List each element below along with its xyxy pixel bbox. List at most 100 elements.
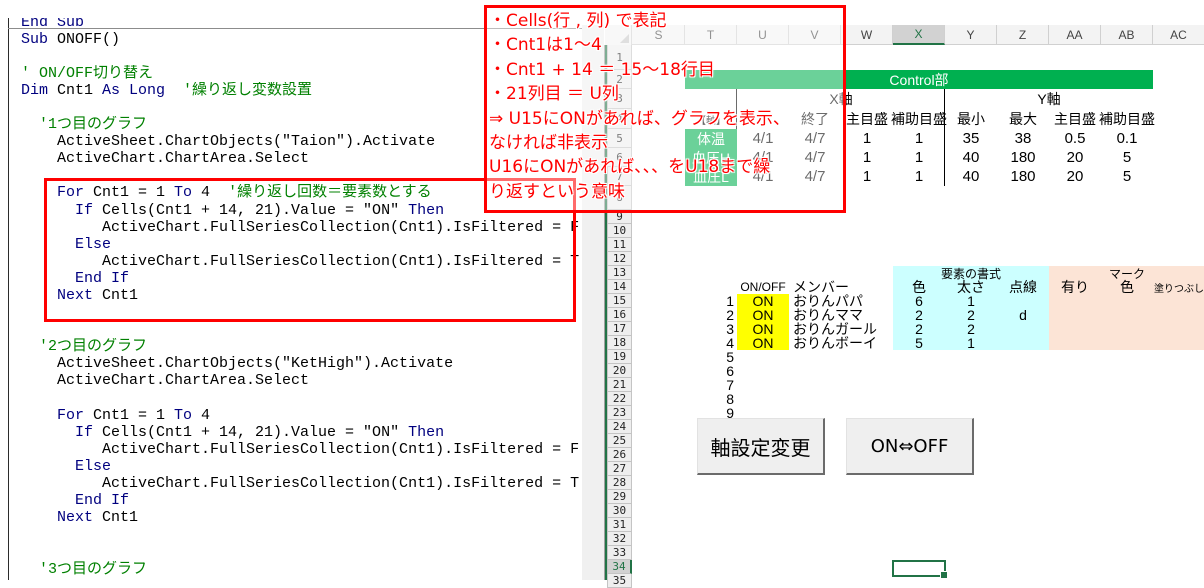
- cell-x5[interactable]: 1: [893, 129, 945, 148]
- cell-t19[interactable]: 5: [685, 349, 737, 365]
- column-header-ac[interactable]: AC: [1153, 25, 1204, 45]
- cell-u14[interactable]: ON/OFF: [737, 280, 789, 294]
- column-header-x[interactable]: X: [893, 25, 945, 45]
- cell-t15[interactable]: 1: [685, 293, 737, 309]
- cell-x4[interactable]: 補助目盛: [891, 109, 947, 129]
- row-header-33[interactable]: 33: [607, 546, 632, 560]
- cell-v18[interactable]: おりんボーイ: [789, 335, 877, 351]
- cell-t21[interactable]: 7: [685, 377, 737, 393]
- fill-handle[interactable]: [940, 571, 948, 579]
- row-header-27[interactable]: 27: [607, 462, 632, 476]
- cell-t17[interactable]: 3: [685, 321, 737, 337]
- cell-y5[interactable]: 35: [945, 129, 997, 148]
- cell-w5[interactable]: 1: [841, 129, 893, 148]
- cell-aa14[interactable]: 有り: [1049, 279, 1101, 295]
- column-header-aa[interactable]: AA: [1049, 25, 1101, 45]
- cell-t22[interactable]: 8: [685, 391, 737, 407]
- cell-ab6[interactable]: 5: [1101, 148, 1153, 167]
- code-line[interactable]: End If: [21, 492, 582, 509]
- row-header-26[interactable]: 26: [607, 448, 632, 462]
- cell-w6[interactable]: 1: [841, 148, 893, 167]
- code-line[interactable]: Next Cnt1: [21, 509, 582, 526]
- cell-z6[interactable]: 180: [997, 148, 1049, 167]
- code-line[interactable]: ActiveChart.FullSeriesCollection(Cnt1).I…: [21, 475, 582, 492]
- cell-u18[interactable]: ON: [737, 335, 789, 351]
- code-line[interactable]: ActiveChart.FullSeriesCollection(Cnt1).I…: [21, 441, 582, 458]
- row-header-29[interactable]: 29: [607, 490, 632, 504]
- row-header-30[interactable]: 30: [607, 504, 632, 518]
- cell-z5[interactable]: 38: [997, 129, 1049, 148]
- cell-y3[interactable]: Y軸: [945, 89, 1153, 109]
- cell-y4[interactable]: 最小: [945, 109, 997, 129]
- cell-x7[interactable]: 1: [893, 167, 945, 186]
- code-line[interactable]: '3つ目のグラフ: [21, 561, 582, 578]
- code-line[interactable]: For Cnt1 = 1 To 4: [21, 407, 582, 424]
- cell-x6[interactable]: 1: [893, 148, 945, 167]
- column-header-ab[interactable]: AB: [1101, 25, 1153, 45]
- cell-x17[interactable]: 2: [893, 321, 945, 337]
- row-header-35[interactable]: 35: [607, 574, 632, 588]
- code-line[interactable]: If Cells(Cnt1 + 14, 21).Value = "ON" The…: [21, 424, 582, 441]
- cell-ab5[interactable]: 0.1: [1101, 129, 1153, 148]
- cell-x16[interactable]: 2: [893, 307, 945, 323]
- cell-z7[interactable]: 180: [997, 167, 1049, 186]
- cell-w4[interactable]: 主目盛: [841, 109, 893, 129]
- row-header-19[interactable]: 19: [607, 350, 632, 364]
- cell-ab4[interactable]: 補助目盛: [1099, 109, 1155, 129]
- code-line[interactable]: ActiveChart.ChartArea.Select: [21, 372, 582, 389]
- cell-x15[interactable]: 6: [893, 293, 945, 309]
- cell-ac14[interactable]: 塗りつぶし: [1153, 280, 1204, 295]
- code-line[interactable]: [21, 390, 582, 407]
- row-header-31[interactable]: 31: [607, 518, 632, 532]
- on-off-toggle-button[interactable]: ON⇔OFF: [846, 418, 974, 475]
- row-header-20[interactable]: 20: [607, 364, 632, 378]
- row-header-16[interactable]: 16: [607, 308, 632, 322]
- row-header-11[interactable]: 11: [607, 238, 632, 252]
- cell-z4[interactable]: 最大: [997, 109, 1049, 129]
- axis-settings-button[interactable]: 軸設定変更: [697, 418, 825, 475]
- cell-y15[interactable]: 1: [945, 293, 997, 309]
- row-header-15[interactable]: 15: [607, 294, 632, 308]
- cell-y17[interactable]: 2: [945, 321, 997, 337]
- row-header-28[interactable]: 28: [607, 476, 632, 490]
- cell-y18[interactable]: 1: [945, 335, 997, 351]
- cell-aa7[interactable]: 20: [1049, 167, 1101, 186]
- row-header-32[interactable]: 32: [607, 532, 632, 546]
- code-line[interactable]: [21, 543, 582, 560]
- cell-aa5[interactable]: 0.5: [1049, 129, 1101, 148]
- code-line[interactable]: '2つ目のグラフ: [21, 338, 582, 355]
- selected-cell-cursor[interactable]: [892, 560, 948, 579]
- code-line[interactable]: [21, 321, 582, 338]
- column-header-w[interactable]: W: [841, 25, 893, 45]
- cell-y14[interactable]: 太さ: [945, 279, 997, 295]
- row-header-13[interactable]: 13: [607, 266, 632, 280]
- code-line[interactable]: [21, 526, 582, 543]
- cell-ab7[interactable]: 5: [1101, 167, 1153, 186]
- row-header-23[interactable]: 23: [607, 406, 632, 420]
- cell-x18[interactable]: 5: [893, 335, 945, 351]
- code-line[interactable]: ActiveSheet.ChartObjects("KetHigh").Acti…: [21, 355, 582, 372]
- cell-t20[interactable]: 6: [685, 363, 737, 379]
- cell-x14[interactable]: 色: [893, 279, 945, 295]
- column-header-z[interactable]: Z: [997, 25, 1049, 45]
- cell-y7[interactable]: 40: [945, 167, 997, 186]
- cell-u15[interactable]: ON: [737, 293, 789, 309]
- cell-y6[interactable]: 40: [945, 148, 997, 167]
- row-header-25[interactable]: 25: [607, 434, 632, 448]
- row-header-14[interactable]: 14: [607, 280, 632, 294]
- code-line[interactable]: Else: [21, 458, 582, 475]
- row-header-10[interactable]: 10: [607, 224, 632, 238]
- cell-aa6[interactable]: 20: [1049, 148, 1101, 167]
- cell-t16[interactable]: 2: [685, 307, 737, 323]
- cell-aa4[interactable]: 主目盛: [1049, 109, 1101, 129]
- cell-t18[interactable]: 4: [685, 335, 737, 351]
- row-header-12[interactable]: 12: [607, 252, 632, 266]
- cell-z16[interactable]: d: [997, 307, 1049, 323]
- cell-ab14[interactable]: 色: [1101, 279, 1153, 295]
- row-header-17[interactable]: 17: [607, 322, 632, 336]
- row-header-18[interactable]: 18: [607, 336, 632, 350]
- column-header-y[interactable]: Y: [945, 25, 997, 45]
- row-header-21[interactable]: 21: [607, 378, 632, 392]
- row-header-22[interactable]: 22: [607, 392, 632, 406]
- cell-y16[interactable]: 2: [945, 307, 997, 323]
